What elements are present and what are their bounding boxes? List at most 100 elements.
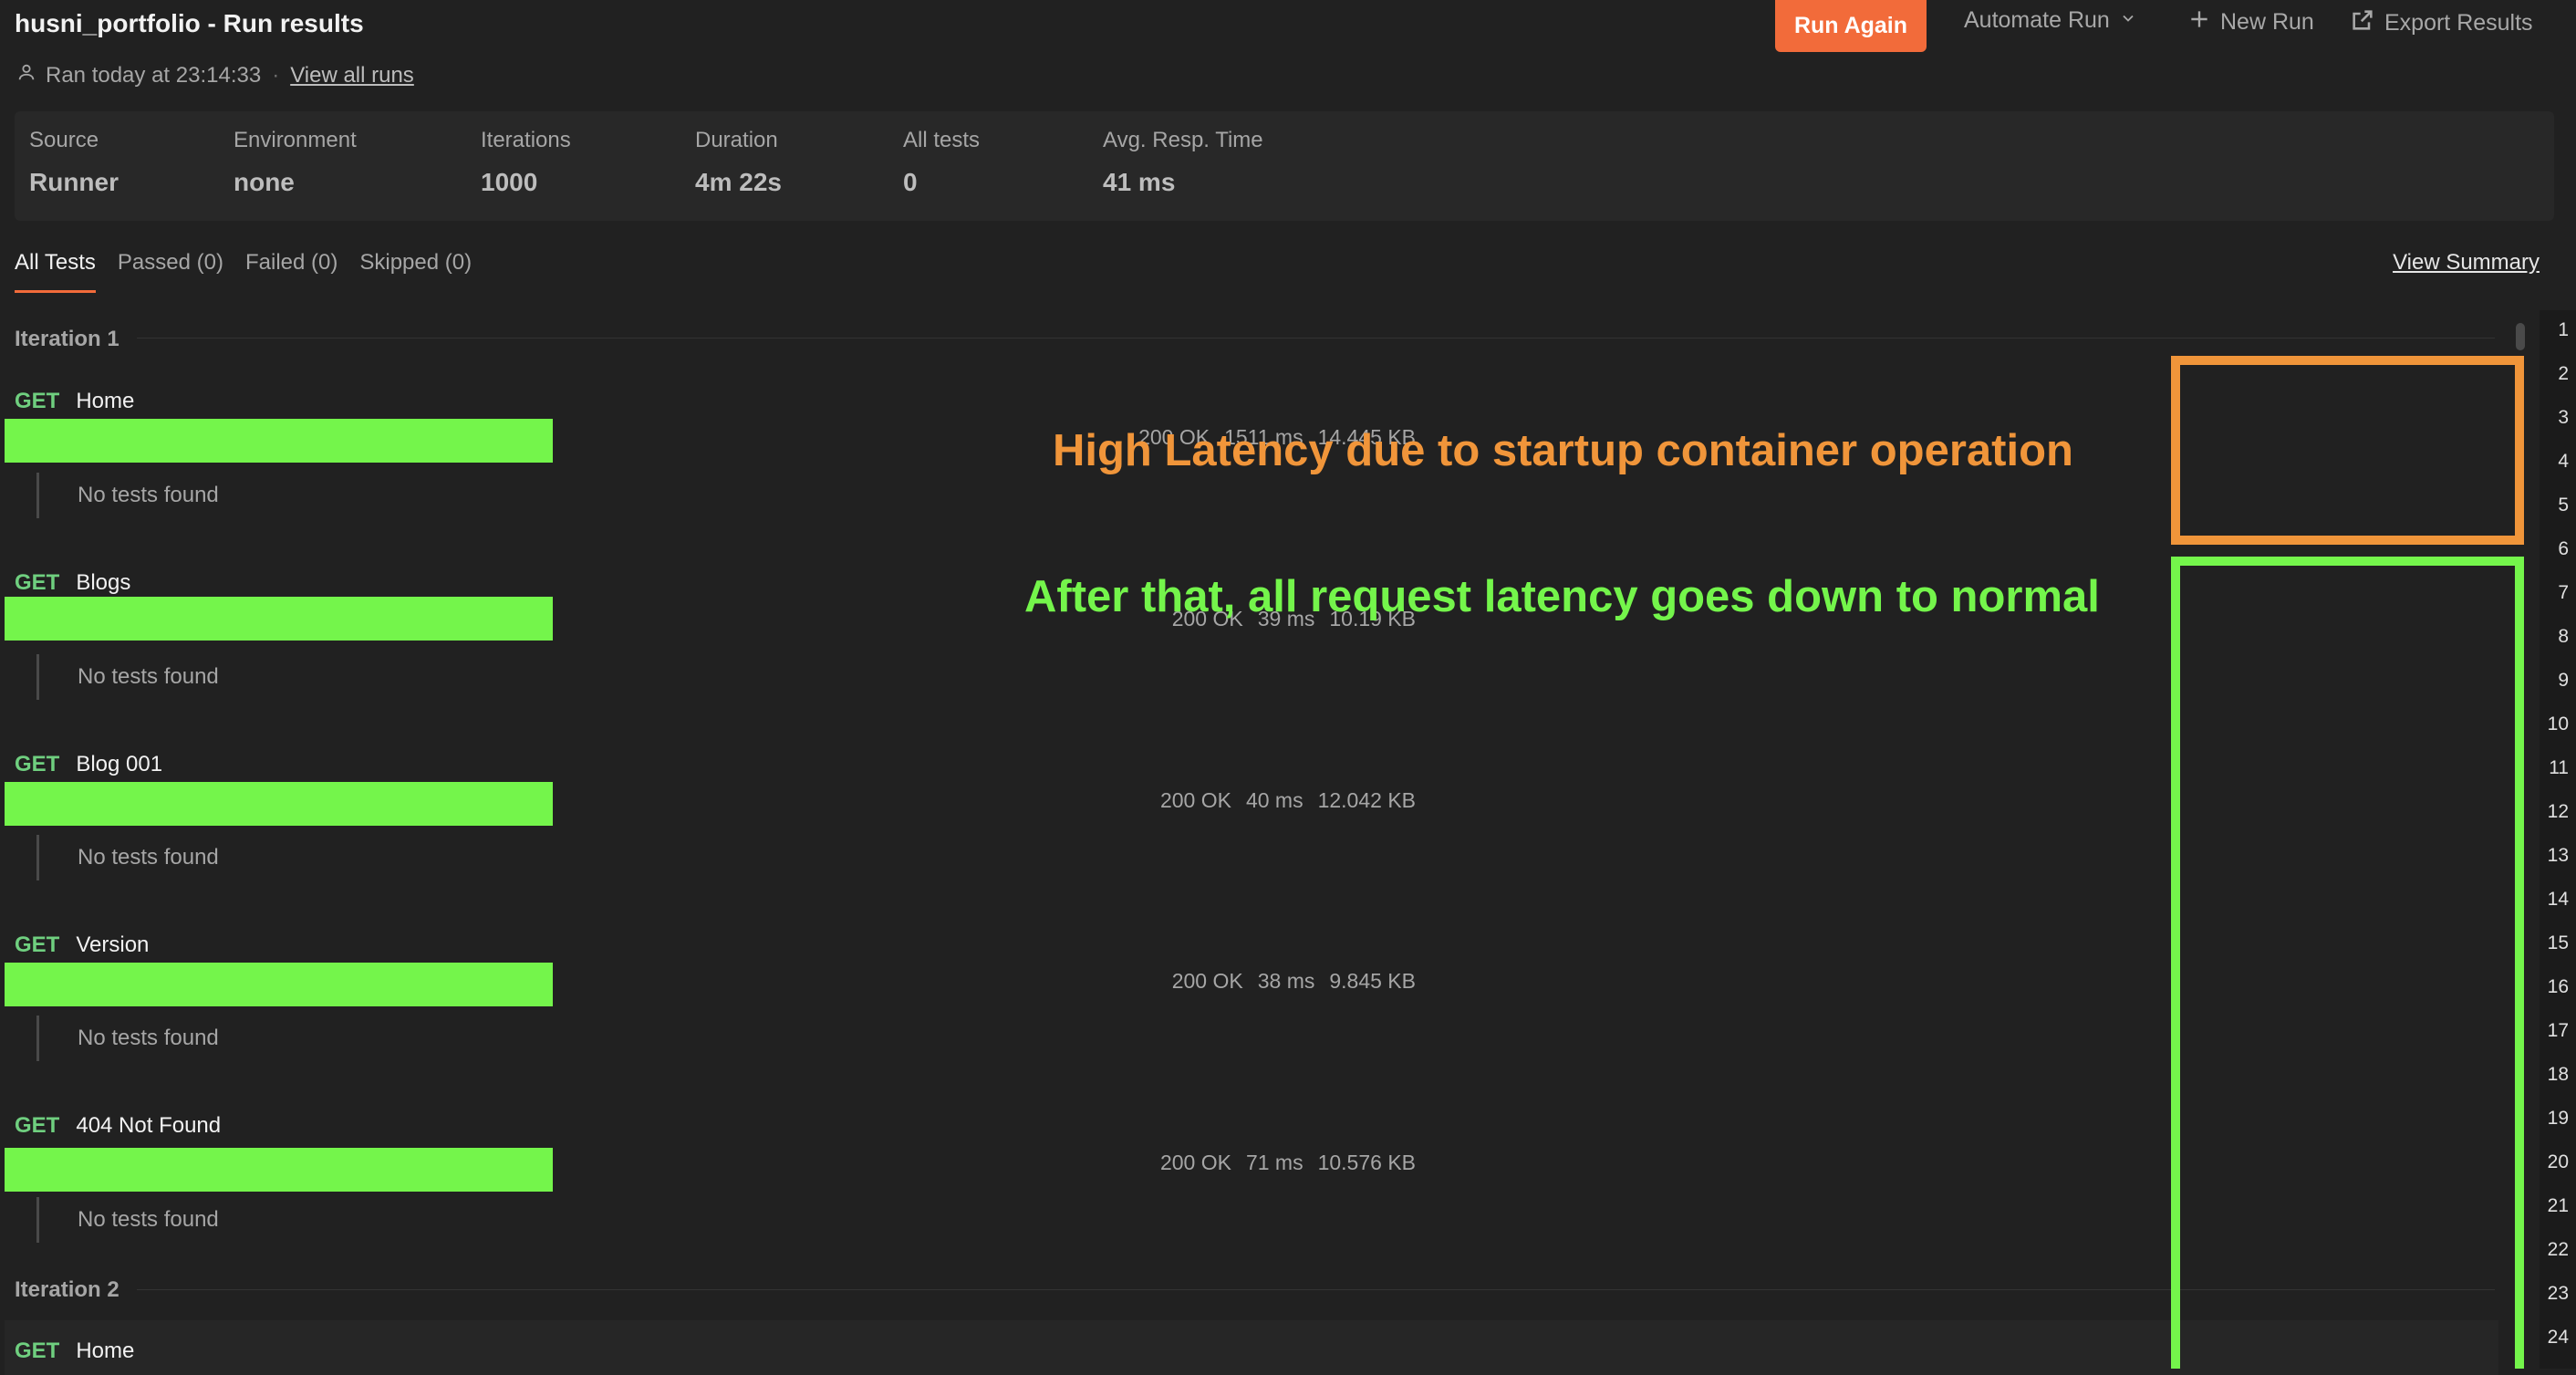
request-title[interactable]: GET Blogs	[15, 570, 130, 596]
gutter-number[interactable]: 13	[2548, 845, 2569, 867]
gutter-number[interactable]: 12	[2548, 801, 2569, 823]
tab-skipped[interactable]: Skipped (0)	[359, 250, 472, 293]
divider	[137, 338, 2495, 339]
stat-value: 0	[903, 168, 918, 196]
redaction-bar	[5, 782, 553, 826]
gutter-number[interactable]: 9	[2558, 670, 2569, 692]
run-info: Ran today at 23:14:33 · View all runs	[16, 62, 414, 89]
separator-dot: ·	[272, 62, 280, 88]
request-name: Version	[76, 932, 150, 957]
http-method: GET	[15, 570, 60, 595]
response-info: 200 OK 71 ms 10.576 KB	[1160, 1151, 1416, 1175]
request-name: Home	[76, 389, 135, 413]
response-status: 200 OK	[1159, 1151, 1231, 1174]
request-name: Home	[76, 1339, 135, 1363]
gutter-number[interactable]: 4	[2558, 451, 2569, 473]
tab-passed[interactable]: Passed (0)	[118, 250, 223, 293]
iteration-header[interactable]: Iteration 1	[15, 327, 119, 352]
request-title[interactable]: GET Home	[15, 389, 134, 414]
gutter-number[interactable]: 15	[2548, 932, 2569, 954]
request-name: Blogs	[76, 570, 131, 595]
stat-label: Avg. Resp. Time	[1103, 128, 1263, 152]
scrollbar-thumb[interactable]	[2516, 323, 2525, 350]
response-size: 10.576 KB	[1317, 1151, 1416, 1174]
gutter-number[interactable]: 16	[2548, 976, 2569, 998]
gutter-number[interactable]: 23	[2548, 1283, 2569, 1305]
gutter-number[interactable]: 14	[2548, 889, 2569, 911]
gutter-number[interactable]: 17	[2548, 1020, 2569, 1042]
chevron-down-icon	[2119, 7, 2137, 34]
page-title: husni_portfolio - Run results	[15, 9, 364, 37]
view-all-runs-link[interactable]: View all runs	[290, 63, 414, 89]
http-method: GET	[15, 752, 60, 776]
run-again-button[interactable]: Run Again	[1775, 0, 1927, 52]
stat-environment: Environment none	[234, 128, 357, 197]
response-size: 12.042 KB	[1317, 788, 1416, 812]
divider	[137, 1289, 2495, 1290]
gutter-number[interactable]: 24	[2548, 1327, 2569, 1349]
request-title[interactable]: GET Home	[15, 1339, 134, 1364]
gutter-number[interactable]: 19	[2548, 1108, 2569, 1130]
new-run-label: New Run	[2220, 9, 2314, 35]
redaction-bar	[5, 963, 553, 1006]
export-icon	[2350, 7, 2375, 39]
response-size: 9.845 KB	[1329, 969, 1416, 993]
redaction-bar	[5, 1148, 553, 1192]
new-run-button[interactable]: New Run	[2187, 7, 2314, 37]
gutter-number[interactable]: 2	[2558, 363, 2569, 385]
response-info: 200 OK 38 ms 9.845 KB	[1172, 969, 1416, 994]
response-status: 200 OK	[1159, 788, 1231, 812]
request-title[interactable]: GET Version	[15, 932, 149, 958]
http-method: GET	[15, 389, 60, 413]
stat-label: Environment	[234, 128, 357, 152]
gutter-number[interactable]: 11	[2549, 757, 2569, 779]
tab-all-tests[interactable]: All Tests	[15, 250, 96, 293]
automate-run-button[interactable]: Automate Run	[1964, 7, 2137, 34]
stat-duration: Duration 4m 22s	[695, 128, 782, 197]
gutter-number[interactable]: 7	[2558, 582, 2569, 604]
response-time: 40 ms	[1245, 788, 1304, 812]
gutter-number[interactable]: 5	[2558, 495, 2569, 516]
export-results-button[interactable]: Export Results	[2350, 7, 2533, 39]
tab-failed[interactable]: Failed (0)	[245, 250, 338, 293]
gutter-number[interactable]: 1	[2558, 319, 2569, 341]
stat-label: Source	[29, 128, 99, 152]
redaction-bar	[5, 419, 553, 463]
annotation-green-box	[2171, 557, 2524, 1369]
stat-label: Duration	[695, 128, 778, 152]
no-tests-message: No tests found	[36, 1197, 219, 1243]
result-tabs: All Tests Passed (0) Failed (0) Skipped …	[15, 250, 472, 293]
annotation-normal-latency-text: After that, all request latency goes dow…	[1024, 572, 2100, 621]
stat-avg-resp-time: Avg. Resp. Time 41 ms	[1103, 128, 1263, 197]
ran-time: Ran today at 23:14:33	[46, 62, 262, 88]
gutter-number[interactable]: 10	[2548, 714, 2569, 735]
stat-value: 41 ms	[1103, 168, 1176, 196]
gutter-number[interactable]: 3	[2558, 407, 2569, 429]
user-icon	[16, 62, 36, 89]
view-summary-link[interactable]: View Summary	[2393, 250, 2540, 276]
request-title[interactable]: GET 404 Not Found	[15, 1113, 221, 1139]
annotation-orange-box	[2171, 356, 2524, 545]
gutter-number[interactable]: 8	[2558, 626, 2569, 648]
row-hover-background	[5, 1320, 2498, 1375]
no-tests-message: No tests found	[36, 473, 219, 518]
no-tests-message: No tests found	[36, 654, 219, 700]
http-method: GET	[15, 1339, 60, 1363]
gutter-number[interactable]: 18	[2548, 1064, 2569, 1086]
gutter-number[interactable]: 22	[2548, 1239, 2569, 1261]
gutter-number[interactable]: 6	[2558, 538, 2569, 560]
request-title[interactable]: GET Blog 001	[15, 752, 162, 777]
response-status: 200 OK	[1171, 969, 1243, 993]
stat-label: Iterations	[481, 128, 571, 152]
stat-value: none	[234, 168, 295, 196]
stat-value: Runner	[29, 168, 119, 196]
gutter-number[interactable]: 21	[2548, 1195, 2569, 1217]
iteration-gutter: 1 2 3 4 5 6 7 8 9 10 11 12 13 14 15 16 1…	[2540, 310, 2576, 1369]
export-results-label: Export Results	[2384, 10, 2533, 36]
request-name: Blog 001	[76, 752, 163, 776]
stat-all-tests: All tests 0	[903, 128, 980, 197]
no-tests-message: No tests found	[36, 1016, 219, 1061]
gutter-number[interactable]: 20	[2548, 1151, 2569, 1173]
plus-icon	[2187, 7, 2211, 37]
iteration-header[interactable]: Iteration 2	[15, 1277, 119, 1303]
